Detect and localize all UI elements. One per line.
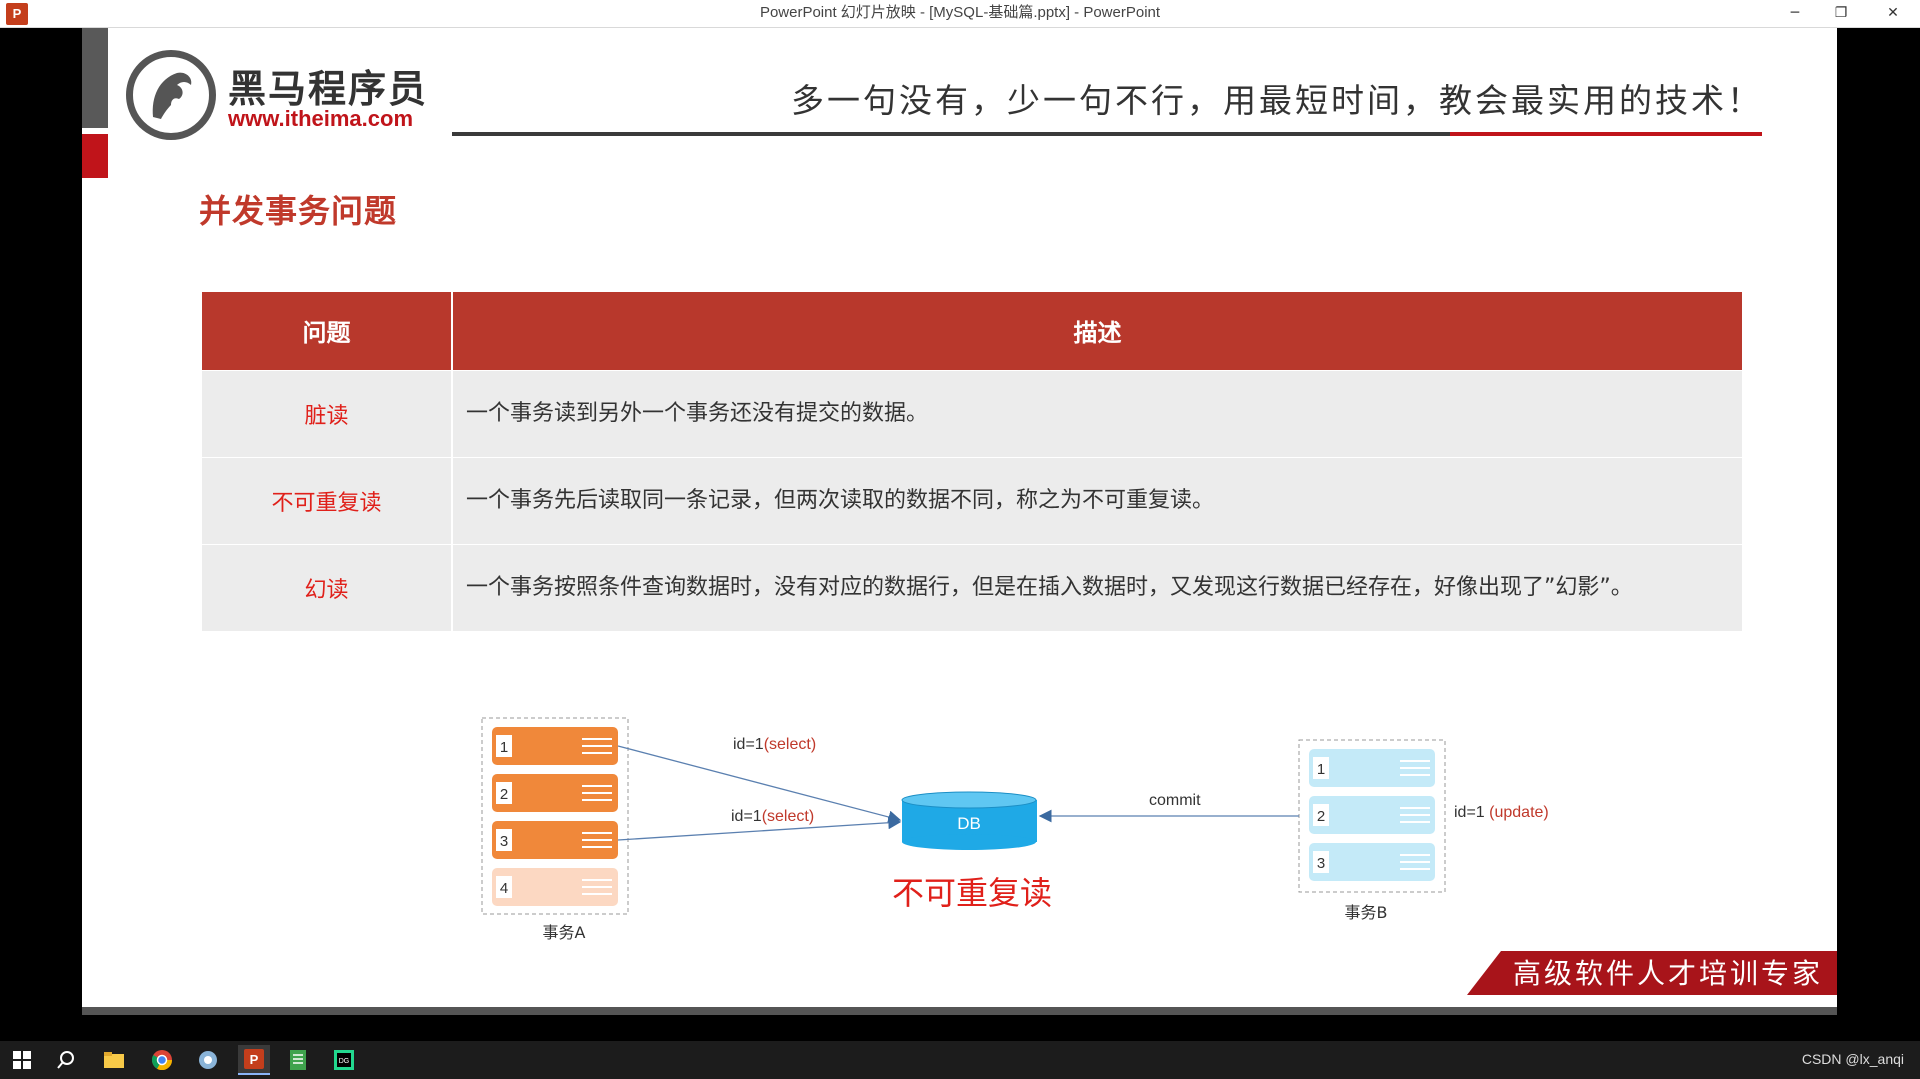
database-icon: DB bbox=[901, 791, 1037, 850]
column-header-issue: 问题 bbox=[202, 292, 453, 370]
txn-b-row-number: 3 bbox=[1317, 855, 1325, 872]
presentation-border bbox=[1837, 28, 1920, 1015]
svg-text:DG: DG bbox=[339, 1058, 350, 1065]
txn-a-row: 1 bbox=[492, 727, 618, 765]
txn-a-row-number: 1 bbox=[500, 739, 508, 756]
issue-description: 一个事务按照条件查询数据时，没有对应的数据行，但是在插入数据时，又发现这行数据已… bbox=[452, 543, 1742, 631]
txn-b-row: 3 bbox=[1309, 843, 1435, 881]
slide-title: 并发事务问题 bbox=[199, 192, 398, 230]
issues-table: 问题 描述 脏读 一个事务读到另外一个事务还没有提交的数据。 不可重复读 一个事… bbox=[202, 292, 1742, 631]
column-header-description: 描述 bbox=[452, 292, 1742, 370]
taskbar: P DG CSDN @lx_anqi bbox=[0, 1041, 1920, 1079]
select-label-2: id=1(select) bbox=[731, 808, 815, 825]
issue-name: 脏读 bbox=[202, 369, 453, 457]
txn-a-frame bbox=[481, 717, 629, 915]
issue-description: 一个事务先后读取同一条记录，但两次读取的数据不同，称之为不可重复读。 bbox=[452, 456, 1742, 544]
windows-start-icon[interactable] bbox=[6, 1045, 38, 1075]
update-label: id=1 (update) bbox=[1454, 804, 1549, 821]
txn-b-label: 事务B bbox=[1345, 903, 1388, 922]
txn-a-label: 事务A bbox=[543, 923, 586, 942]
txn-b-frame bbox=[1298, 739, 1446, 893]
table-row: 幻读 一个事务按照条件查询数据时，没有对应的数据行，但是在插入数据时，又发现这行… bbox=[202, 543, 1742, 631]
table-header-row: 问题 描述 bbox=[202, 292, 1742, 370]
txn-a-row-number: 3 bbox=[500, 833, 508, 850]
txn-a-row-number: 4 bbox=[500, 880, 508, 897]
issue-name: 不可重复读 bbox=[202, 456, 453, 544]
txn-a-row: 3 bbox=[492, 821, 618, 859]
svg-text:P: P bbox=[250, 1052, 259, 1067]
system-tray: CSDN @lx_anqi bbox=[1801, 1051, 1904, 1067]
txn-a-row-number: 2 bbox=[500, 786, 508, 803]
logo-name: 黑马程序员 bbox=[228, 67, 429, 111]
search-icon[interactable] bbox=[50, 1045, 82, 1075]
left-accent-bar bbox=[82, 28, 108, 128]
powerpoint-icon[interactable]: P bbox=[238, 1045, 270, 1075]
txn-b-row: 1 bbox=[1309, 749, 1435, 787]
table-row: 脏读 一个事务读到另外一个事务还没有提交的数据。 bbox=[202, 369, 1742, 457]
slogan: 多一句没有，少一句不行，用最短时间，教会最实用的技术！ bbox=[791, 81, 1763, 120]
app-icon[interactable] bbox=[192, 1045, 224, 1075]
txn-b-row-number: 1 bbox=[1317, 761, 1325, 778]
left-accent-bar-red bbox=[82, 134, 108, 178]
txn-b-row: 2 bbox=[1309, 796, 1435, 834]
slide: 黑马程序员 www.itheima.com 多一句没有，少一句不行，用最短时间，… bbox=[82, 28, 1837, 1015]
file-explorer-icon[interactable] bbox=[98, 1045, 130, 1075]
issue-description: 一个事务读到另外一个事务还没有提交的数据。 bbox=[452, 369, 1742, 457]
banner-text: 高级软件人才培训专家 bbox=[1512, 957, 1823, 990]
db-label: DB bbox=[957, 814, 981, 833]
logo-url: www.itheima.com bbox=[228, 106, 414, 131]
datagrip-icon[interactable]: DG bbox=[328, 1045, 360, 1075]
minimize-button[interactable]: ─ bbox=[1772, 0, 1818, 26]
txn-b-row-number: 2 bbox=[1317, 808, 1325, 825]
window-titlebar: P PowerPoint 幻灯片放映 - [MySQL-基础篇.pptx] - … bbox=[0, 0, 1920, 28]
table-row: 不可重复读 一个事务先后读取同一条记录，但两次读取的数据不同，称之为不可重复读。 bbox=[202, 456, 1742, 544]
select-label-1: id=1(select) bbox=[733, 736, 817, 753]
notepad-icon[interactable] bbox=[282, 1045, 314, 1075]
diagram-caption: 不可重复读 bbox=[892, 874, 1053, 912]
window-title: PowerPoint 幻灯片放映 - [MySQL-基础篇.pptx] - Po… bbox=[759, 4, 1161, 21]
close-button[interactable]: ✕ bbox=[1870, 0, 1916, 26]
chrome-icon[interactable] bbox=[146, 1045, 178, 1075]
txn-a-row: 2 bbox=[492, 774, 618, 812]
restore-button[interactable]: ❐ bbox=[1818, 0, 1864, 26]
bottom-strip bbox=[82, 1007, 1837, 1015]
issue-name: 幻读 bbox=[202, 543, 453, 631]
logo-horse-icon bbox=[126, 50, 216, 140]
commit-label: commit bbox=[1149, 792, 1201, 809]
txn-a-row: 4 bbox=[492, 868, 618, 906]
header-divider-accent bbox=[1450, 132, 1762, 136]
